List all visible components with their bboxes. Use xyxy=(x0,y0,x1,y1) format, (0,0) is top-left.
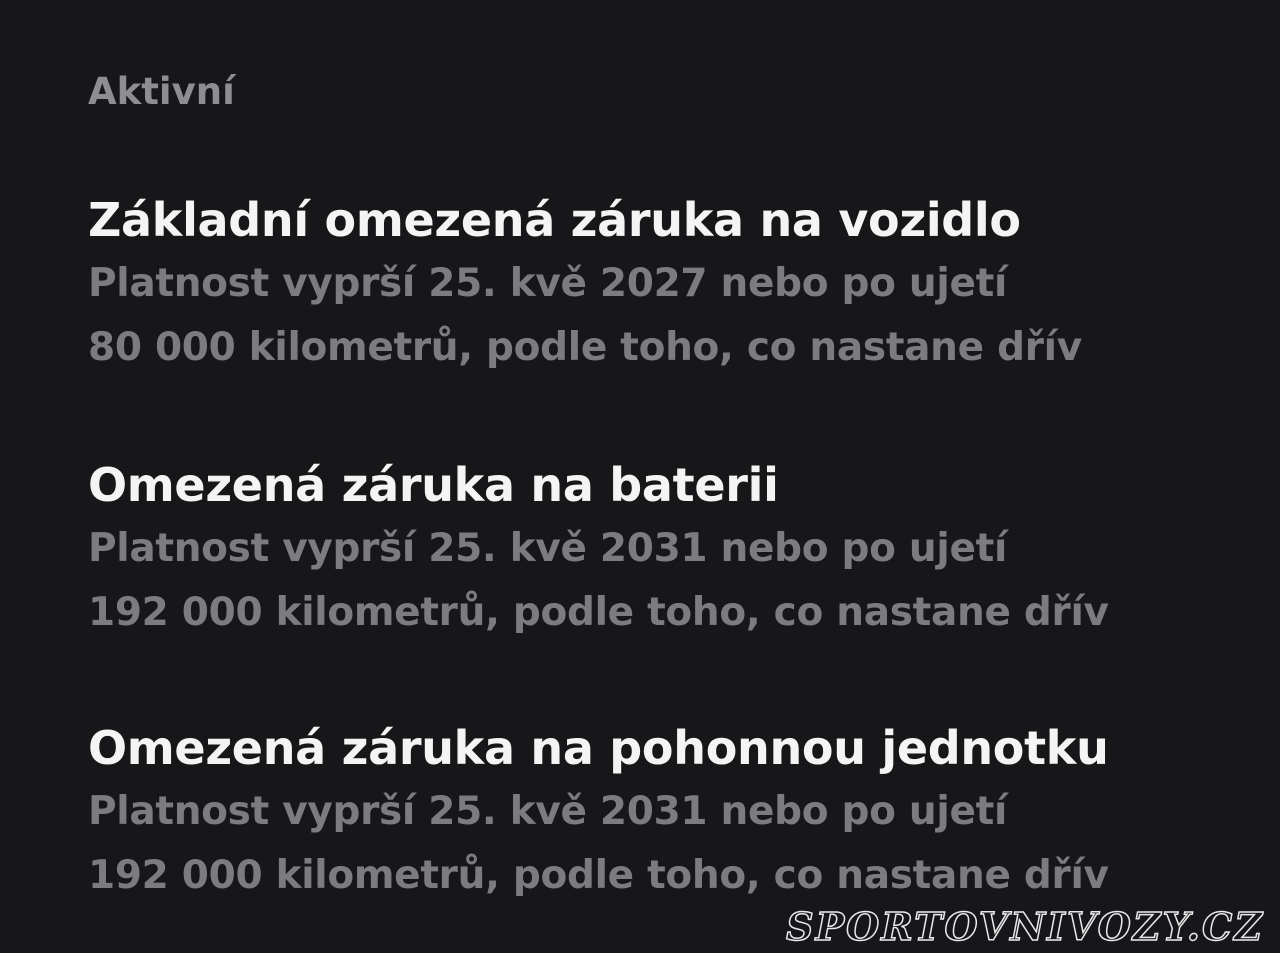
warranty-item-battery[interactable]: Omezená záruka na baterii Platnost vyprš… xyxy=(88,453,1238,645)
warranty-expiry: Platnost vyprší 25. kvě 2027 nebo po uje… xyxy=(88,261,1008,306)
watermark-logo: SPORTOVNIVOZY.CZ xyxy=(785,903,1264,950)
warranty-expiry: Platnost vyprší 25. kvě 2031 nebo po uje… xyxy=(88,526,1008,571)
warranty-mileage: 192 000 kilometrů, podle toho, co nastan… xyxy=(88,853,1109,898)
warranty-title: Omezená záruka na pohonnou jednotku xyxy=(88,721,1109,775)
warranty-title: Základní omezená záruka na vozidlo xyxy=(88,193,1021,247)
warranty-expiry: Platnost vyprší 25. kvě 2031 nebo po uje… xyxy=(88,789,1008,834)
warranty-mileage: 80 000 kilometrů, podle toho, co nastane… xyxy=(88,325,1082,370)
warranty-title: Omezená záruka na baterii xyxy=(88,458,779,512)
warranty-item-vehicle[interactable]: Základní omezená záruka na vozidlo Platn… xyxy=(88,188,1238,380)
warranty-item-drive-unit[interactable]: Omezená záruka na pohonnou jednotku Plat… xyxy=(88,716,1238,908)
section-header-active: Aktivní xyxy=(88,70,235,113)
warranty-mileage: 192 000 kilometrů, podle toho, co nastan… xyxy=(88,590,1109,635)
